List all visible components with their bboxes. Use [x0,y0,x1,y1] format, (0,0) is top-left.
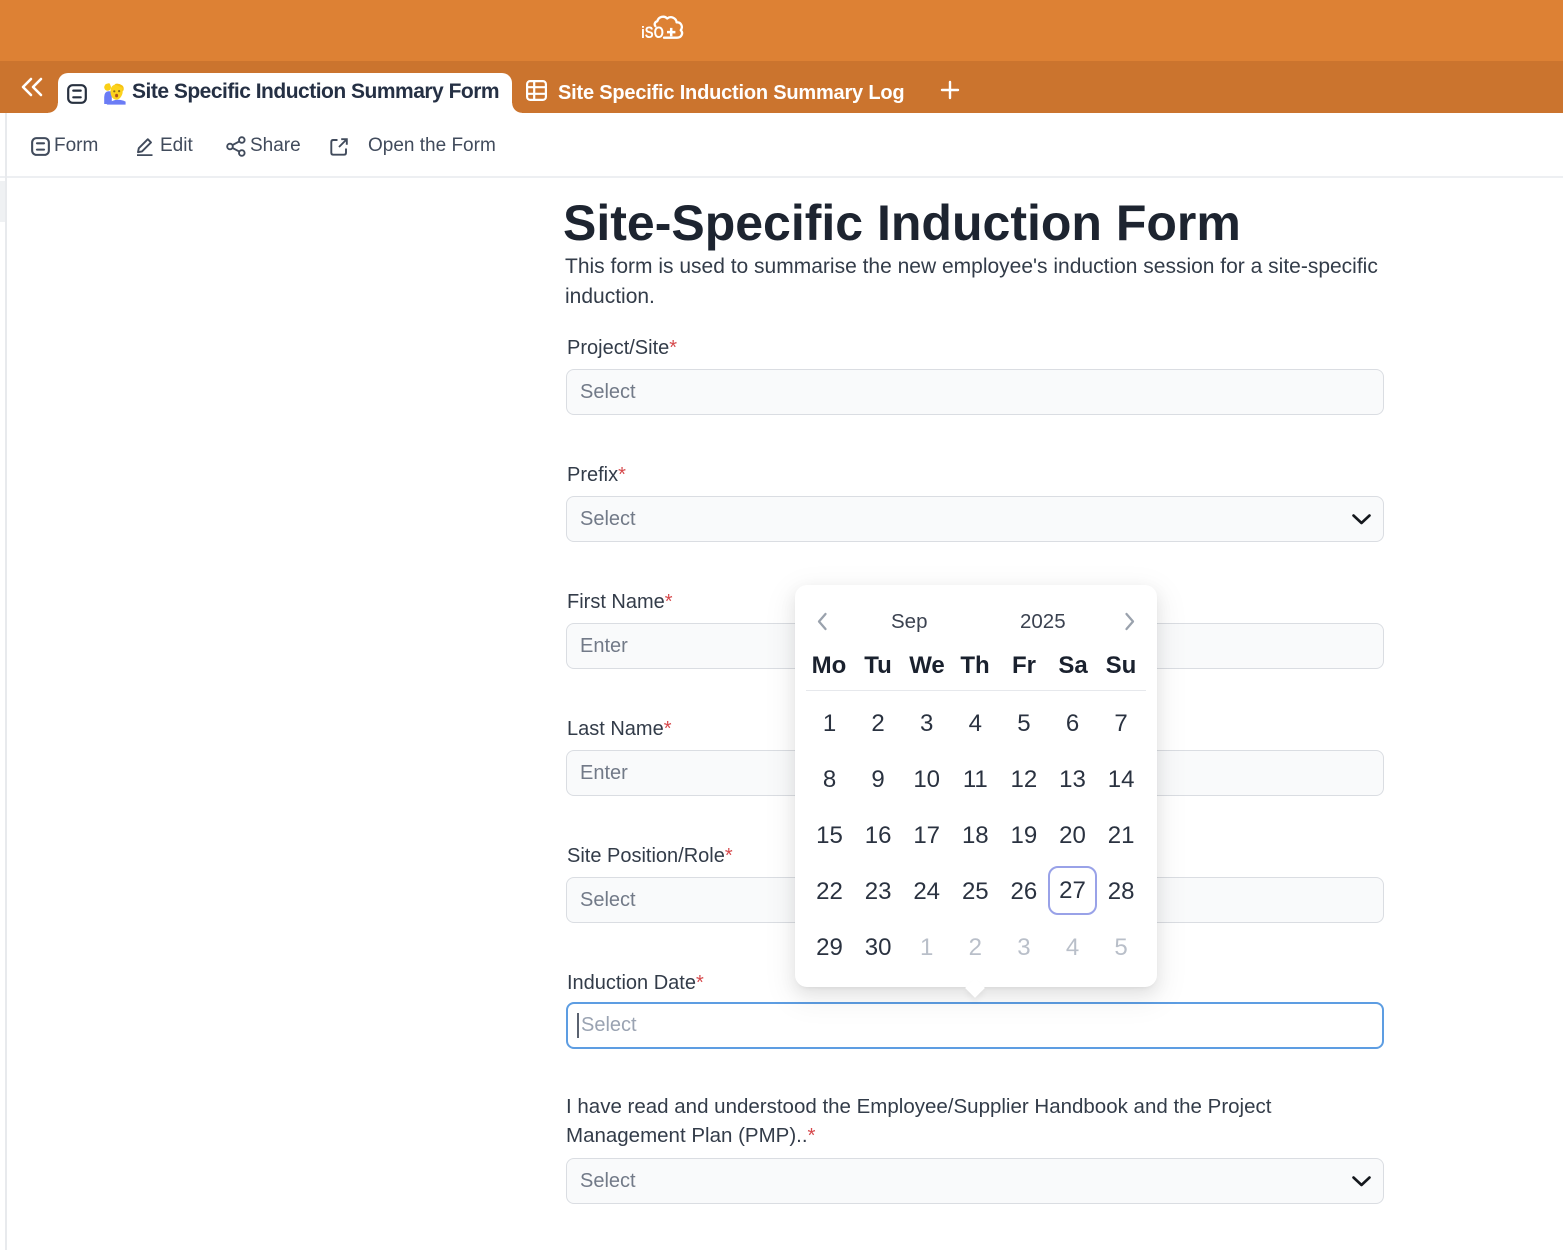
svg-text:iSO: iSO [641,23,664,42]
